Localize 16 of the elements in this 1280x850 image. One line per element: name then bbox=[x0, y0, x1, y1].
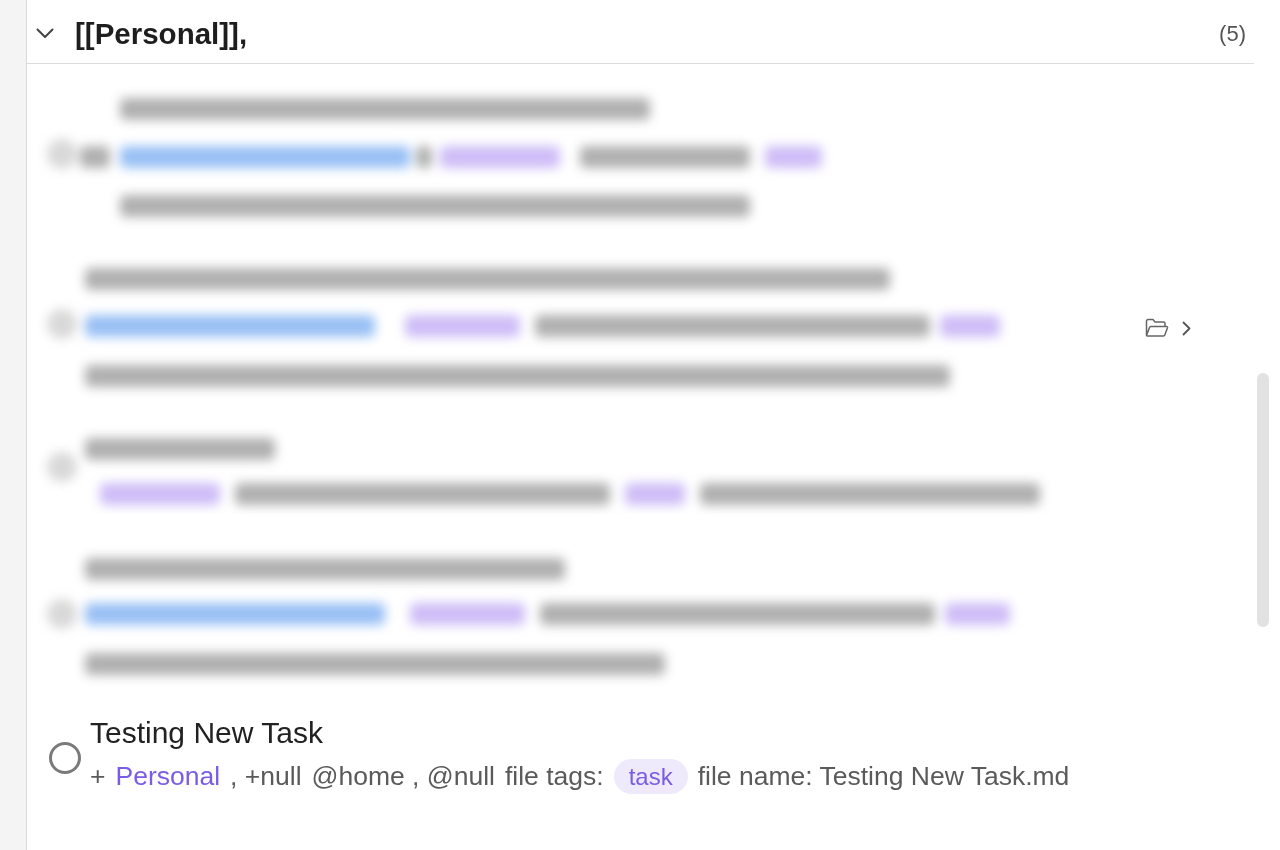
chevron-right-icon[interactable] bbox=[1182, 320, 1191, 336]
task-meta-text: file name: Testing New Task.md bbox=[697, 761, 1070, 792]
task-meta-text: + bbox=[90, 761, 106, 792]
folder-icon[interactable] bbox=[1145, 318, 1169, 338]
group-header[interactable]: [[Personal]], (5) bbox=[27, 0, 1254, 64]
chevron-down-icon[interactable] bbox=[36, 28, 54, 39]
task-title[interactable]: Testing New Task bbox=[90, 715, 323, 751]
task-meta-text: , +null bbox=[230, 761, 302, 792]
file-tag[interactable]: task bbox=[613, 759, 688, 794]
task-meta-text: @home , @null bbox=[311, 761, 495, 792]
task-meta-text: file tags: bbox=[504, 761, 604, 792]
scrollbar-thumb[interactable] bbox=[1257, 373, 1269, 627]
group-title: [[Personal]], bbox=[75, 16, 248, 51]
task-checkbox[interactable] bbox=[49, 741, 81, 774]
project-link[interactable]: Personal bbox=[115, 761, 221, 792]
task-count: (5) bbox=[1219, 20, 1246, 47]
